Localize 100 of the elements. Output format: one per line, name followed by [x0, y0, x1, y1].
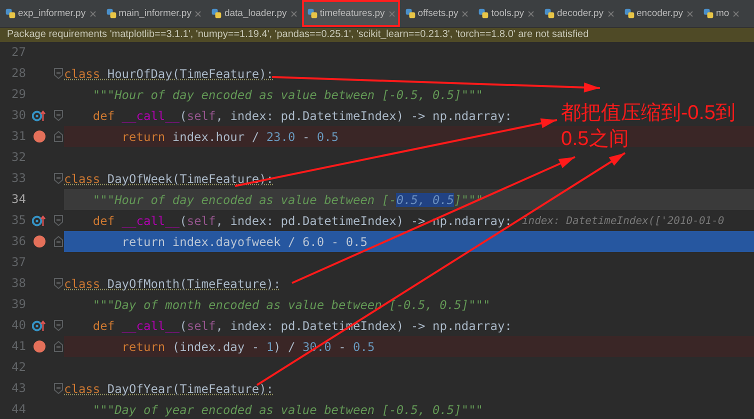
docstring: """Day of month encoded as value between [-0.5, 0.5]""": [92, 298, 490, 312]
keyword: def: [92, 108, 115, 122]
close-icon[interactable]: [195, 10, 202, 16]
number-literal: 0.5: [346, 234, 368, 248]
python-file-icon: [624, 8, 634, 19]
file-tab[interactable]: decoder.py: [539, 0, 618, 27]
keyword: class: [64, 66, 100, 80]
override-marker-icon[interactable]: [32, 110, 46, 122]
code-text: (: [180, 214, 187, 228]
docstring: """Hour of day encoded as value between [-0.5, 0.5]""": [92, 88, 484, 102]
close-icon[interactable]: [608, 10, 614, 16]
file-tab[interactable]: data_loader.py: [206, 0, 302, 27]
line-number: 40: [10, 317, 26, 334]
line-number: 34: [10, 191, 26, 208]
keyword: class: [64, 172, 100, 186]
file-tab[interactable]: mo: [698, 0, 744, 27]
file-tab[interactable]: timefeatures.py: [302, 0, 400, 27]
method-name: __call__: [120, 214, 180, 228]
fold-icon[interactable]: [54, 173, 62, 184]
close-icon[interactable]: [686, 10, 693, 16]
fold-icon[interactable]: [54, 341, 62, 352]
close-icon[interactable]: [462, 10, 468, 16]
line-number: 41: [10, 338, 26, 355]
line-number: 33: [10, 170, 26, 187]
keyword: def: [92, 214, 115, 228]
code-text: ) /: [274, 340, 296, 354]
code-text: DayOfWeek(TimeFeature):: [106, 172, 274, 186]
python-file-icon: [306, 8, 318, 19]
override-marker-icon[interactable]: [32, 320, 46, 332]
close-icon[interactable]: [528, 10, 534, 16]
python-file-icon: [478, 8, 490, 19]
fold-icon[interactable]: [54, 110, 62, 121]
inline-hint: index: DatetimeIndex(['2010-01-0: [522, 214, 724, 226]
line-number: 32: [10, 149, 26, 166]
fold-icon[interactable]: [54, 236, 62, 247]
keyword: def: [92, 318, 115, 332]
keyword: return: [120, 234, 166, 248]
code-text: (: [180, 108, 187, 122]
code-text: DayOfMonth(TimeFeature):: [106, 276, 281, 290]
number-literal: 1: [266, 340, 274, 354]
code-text: -: [330, 234, 340, 248]
python-file-icon: [702, 8, 714, 19]
line-number: 44: [10, 401, 26, 418]
keyword: return: [120, 130, 166, 144]
line-number: 30: [10, 107, 26, 124]
self-keyword: self: [186, 214, 216, 228]
annotation-text: 都把值压缩到-0.5到0.5之间: [561, 101, 736, 152]
python-file-icon: [211, 8, 222, 19]
code-text: (index.day -: [171, 340, 260, 354]
fold-icon[interactable]: [54, 215, 62, 226]
file-tab[interactable]: main_informer.py: [100, 0, 206, 27]
warning-banner: Package requirements 'matplotlib==3.1.1', 'numpy==1.19.4', 'pandas==0.25.1', 'scikit_learn==0.21.3', 'torch==1.8.0' are not satisfied: [0, 28, 754, 42]
number-literal: 0.5: [316, 130, 339, 144]
code-text: index.dayofweek /: [171, 234, 296, 248]
file-tab[interactable]: encoder.py: [618, 0, 698, 27]
fold-icon[interactable]: [54, 383, 62, 394]
close-icon[interactable]: [290, 10, 297, 16]
file-tab[interactable]: tools.py: [473, 0, 540, 27]
method-name: __call__: [120, 108, 180, 122]
python-file-icon: [404, 8, 416, 19]
line-number: 39: [10, 296, 26, 313]
code-text: (: [180, 318, 187, 332]
close-icon[interactable]: [90, 10, 96, 16]
code-text: -: [301, 130, 311, 144]
line-number: 42: [10, 359, 26, 376]
fold-icon[interactable]: [54, 131, 62, 142]
code-text: index.hour /: [171, 130, 260, 144]
python-file-icon: [106, 8, 117, 19]
line-number: 38: [10, 275, 26, 292]
fold-icon[interactable]: [54, 320, 62, 331]
number-literal: 6.0: [302, 234, 324, 248]
line-number: 43: [10, 380, 26, 397]
fold-icon[interactable]: [54, 68, 62, 79]
line-number: 37: [10, 254, 26, 271]
close-icon[interactable]: [733, 10, 740, 16]
self-keyword: self: [186, 318, 216, 332]
code-text: , index: pd.DatetimeIndex) -> np.ndarray:: [216, 214, 512, 228]
line-number: 35: [10, 212, 26, 229]
code-text: , index: pd.DatetimeIndex) -> np.ndarray:: [216, 108, 512, 122]
override-marker-icon[interactable]: [32, 214, 46, 226]
file-tab[interactable]: exp_informer.py: [0, 0, 101, 27]
docstring: """Hour of day encoded as value between [-: [92, 192, 396, 206]
line-number: 29: [10, 86, 26, 103]
self-keyword: self: [186, 108, 216, 122]
python-file-icon: [544, 8, 556, 19]
line-number: 36: [10, 233, 26, 250]
breakpoint-icon[interactable]: [32, 130, 46, 143]
code-text: HourOfDay(TimeFeature):: [106, 66, 274, 80]
line-number: 31: [10, 128, 26, 145]
fold-icon[interactable]: [54, 278, 62, 289]
file-tab[interactable]: offsets.py: [400, 0, 474, 27]
keyword: class: [64, 382, 100, 396]
code-text: DayOfYear(TimeFeature):: [106, 382, 274, 396]
selected-text: 0.5, 0.5: [396, 192, 454, 206]
number-literal: 23.0: [266, 130, 296, 144]
breakpoint-icon[interactable]: [32, 235, 46, 248]
breakpoint-icon[interactable]: [32, 340, 46, 353]
python-file-icon: [5, 8, 16, 19]
keyword: return: [120, 340, 166, 354]
method-name: __call__: [120, 318, 180, 332]
